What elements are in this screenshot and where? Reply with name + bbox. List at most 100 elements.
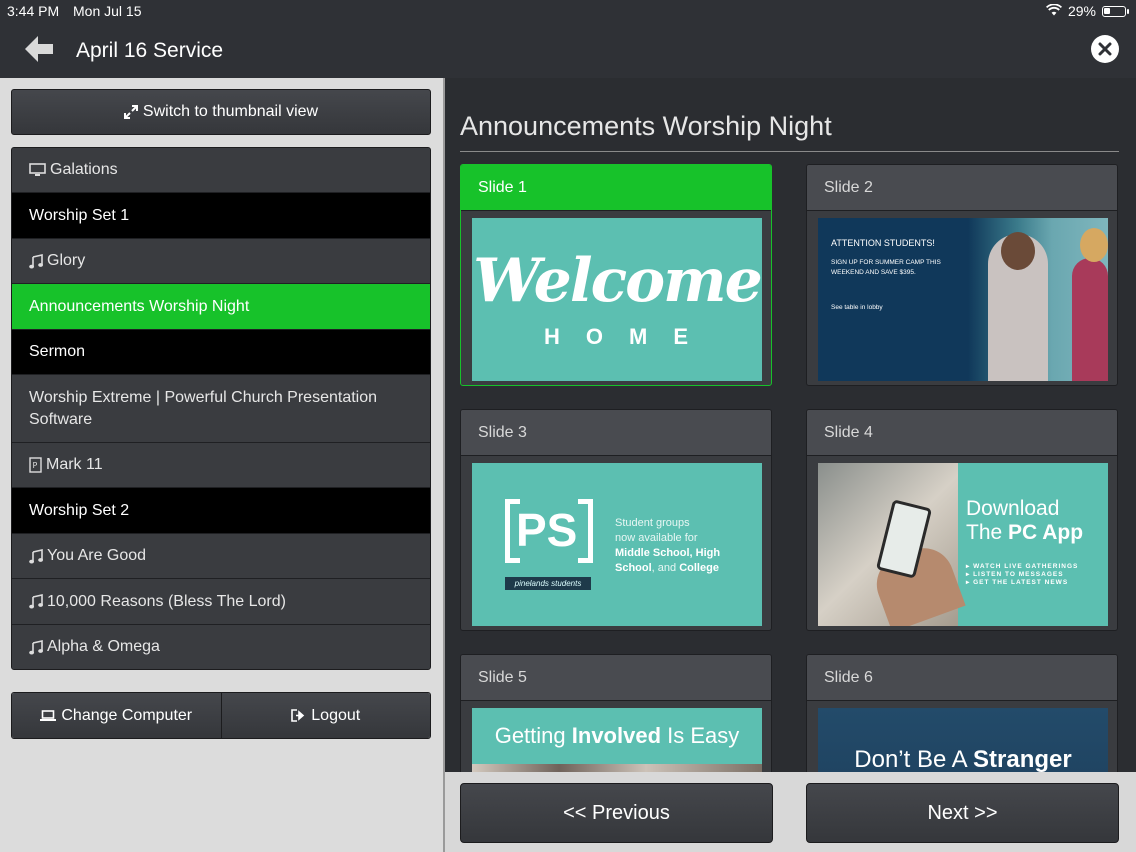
service-item-label: Glory (47, 252, 86, 269)
slide-text-body: SIGN UP FOR SUMMER CAMP THIS WEEKEND AND… (831, 259, 941, 276)
left-panel: Switch to thumbnail view Galations Worshi… (0, 78, 443, 852)
battery-fill (1104, 7, 1110, 14)
status-bar: 3:44 PM Mon Jul 15 29% (0, 0, 1136, 22)
slide-label: Slide 2 (807, 165, 1117, 211)
switch-view-button[interactable]: Switch to thumbnail view (11, 89, 431, 135)
service-item[interactable]: Galations (12, 148, 430, 193)
expand-icon (123, 105, 138, 119)
slide-text-bold: Middle School, High (615, 547, 721, 559)
service-item-label: Galations (50, 161, 118, 178)
slide-text-bold: PC App (1008, 521, 1084, 544)
monitor-icon (29, 163, 46, 177)
slide-text-line: , and (651, 562, 680, 574)
slide-text-bold: Stranger (973, 746, 1072, 772)
slide-text-bold: College (679, 562, 719, 574)
app-header: April 16 Service (0, 22, 1136, 78)
logout-icon (291, 709, 306, 722)
slide-label: Slide 4 (807, 410, 1117, 456)
status-time: 3:44 PM (7, 3, 60, 19)
slide-bullet: LISTEN TO MESSAGES (973, 571, 1064, 578)
slide-text-line: Don’t Be A (854, 746, 974, 772)
slide-photo-person (1080, 228, 1108, 262)
slide-card-6[interactable]: Slide 6 Don’t Be A Stranger (806, 654, 1118, 772)
change-computer-label: Change Computer (61, 706, 193, 724)
slide-text-bold: Involved (571, 723, 662, 748)
title-divider (460, 151, 1119, 152)
service-item-label: Alpha & Omega (47, 638, 160, 655)
service-item-label: Mark 11 (46, 456, 103, 473)
ps-logo: PS (505, 499, 593, 563)
slide-thumbnail: PS pinelands students Student groups now… (472, 463, 762, 626)
service-item[interactable]: Glory (12, 239, 430, 284)
next-button[interactable]: Next >> (806, 783, 1119, 843)
slide-card-1[interactable]: Slide 1 Welcome HOME (460, 164, 772, 386)
slide-thumbnail: Welcome HOME (472, 218, 762, 381)
slide-card-5[interactable]: Slide 5 Getting Involved Is Easy (460, 654, 772, 772)
music-note-icon (29, 548, 43, 564)
scripture-icon: P (29, 457, 42, 473)
slide-text-line: Download (966, 497, 1060, 520)
service-item[interactable]: P Mark 11 (12, 443, 430, 488)
status-date: Mon Jul 15 (73, 3, 142, 19)
ps-logo-banner: pinelands students (505, 577, 591, 590)
status-right: 29% (1045, 3, 1129, 19)
service-item-label: 10,000 Reasons (Bless The Lord) (47, 592, 286, 610)
item-title: Announcements Worship Night (460, 111, 832, 141)
slide-thumbnail: ATTENTION STUDENTS! SIGN UP FOR SUMMER C… (818, 218, 1108, 381)
service-item[interactable]: Worship Set 2 (12, 488, 430, 534)
slide-label: Slide 3 (461, 410, 771, 456)
slide-bullet: GET THE LATEST NEWS (973, 579, 1069, 586)
navigation-footer: << Previous Next >> (445, 772, 1136, 852)
page-title: April 16 Service (76, 39, 224, 62)
switch-view-label: Switch to thumbnail view (142, 103, 319, 120)
slide-card-3[interactable]: Slide 3 PS pinelands students Student gr… (460, 409, 772, 631)
slide-text-line: now available for (615, 532, 698, 544)
service-item-label: Sermon (29, 343, 86, 360)
service-item[interactable]: Alpha & Omega (12, 625, 430, 669)
slide-text-line: The (966, 521, 1009, 544)
service-item[interactable]: You Are Good (12, 534, 430, 579)
logout-button[interactable]: Logout (220, 693, 430, 738)
slide-photo-person (1072, 258, 1108, 381)
service-item[interactable]: Sermon (12, 330, 430, 375)
slide-bullet: WATCH LIVE GATHERINGS (973, 563, 1079, 570)
slide-card-4[interactable]: Slide 4 Download The PC App ▸ WATCH LIVE… (806, 409, 1118, 631)
slide-text-heading: Getting Involved Is Easy (472, 708, 762, 764)
slide-text-home: HOME (544, 324, 714, 349)
slide-thumbnail: Getting Involved Is Easy (472, 708, 762, 772)
account-buttons: Change Computer Logout (11, 692, 431, 739)
slide-photo (472, 764, 762, 772)
logout-label: Logout (311, 706, 361, 724)
service-item-label: You Are Good (47, 547, 147, 564)
slide-bullets: ▸ WATCH LIVE GATHERINGS ▸ LISTEN TO MESS… (966, 563, 1079, 586)
slide-label: Slide 5 (461, 655, 771, 701)
music-note-icon (29, 639, 43, 655)
service-item-label: Worship Set 2 (29, 501, 130, 519)
slide-text-body: Student groups now available for Middle … (615, 516, 755, 576)
service-item-list: Galations Worship Set 1 Glory Announcements… (11, 147, 431, 670)
svg-text:P: P (33, 461, 38, 470)
service-item-label: Worship Extreme | Powerful Church Presen… (29, 388, 378, 428)
service-item[interactable]: Worship Set 1 (12, 193, 430, 239)
slide-text-welcome: Welcome (473, 246, 762, 316)
back-arrow-icon[interactable] (22, 32, 56, 66)
service-item[interactable]: 10,000 Reasons (Bless The Lord) (12, 579, 430, 625)
previous-button[interactable]: << Previous (460, 783, 773, 843)
slide-label: Slide 1 (461, 165, 771, 211)
slide-text-line: Is Easy (667, 723, 740, 748)
laptop-icon (40, 709, 57, 722)
service-item[interactable]: Worship Extreme | Powerful Church Presen… (12, 375, 430, 443)
change-computer-button[interactable]: Change Computer (12, 693, 221, 738)
service-item-label: Worship Set 1 (29, 206, 130, 224)
slide-card-2[interactable]: Slide 2 ATTENTION STUDENTS! SIGN UP FOR … (806, 164, 1118, 386)
slide-text-heading: ATTENTION STUDENTS! (831, 238, 935, 248)
close-icon[interactable] (1091, 35, 1119, 63)
slide-text-heading: Download The PC App (966, 497, 1083, 545)
service-item[interactable]: Announcements Worship Night (12, 284, 430, 330)
slide-label: Slide 6 (807, 655, 1117, 701)
slide-text-footer: See table in lobby (831, 304, 883, 311)
ps-logo-letters: PS (516, 504, 578, 556)
music-note-icon (29, 594, 43, 609)
slide-thumbnail: Don’t Be A Stranger (818, 708, 1108, 772)
slide-thumbnail: Download The PC App ▸ WATCH LIVE GATHERI… (818, 463, 1108, 626)
